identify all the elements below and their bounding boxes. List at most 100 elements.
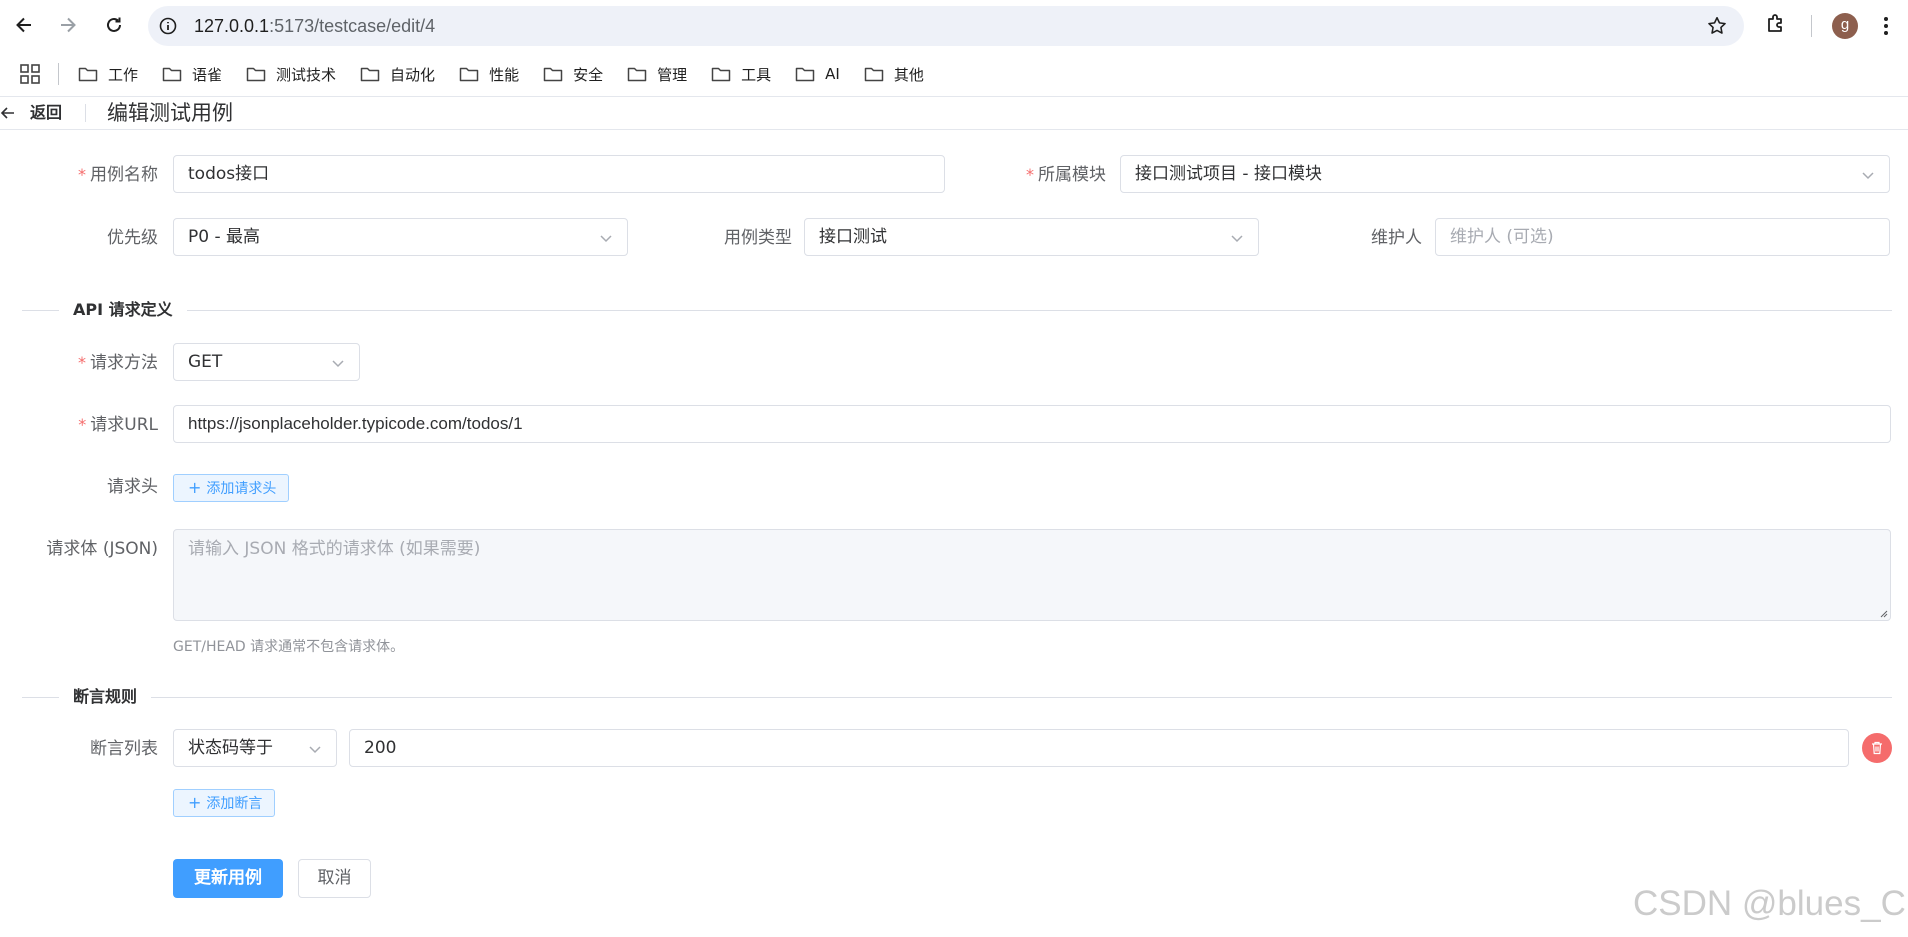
plus-icon: + (188, 478, 202, 497)
body-hint: GET/HEAD 请求通常不包含请求体。 (173, 639, 405, 655)
delete-assertion-button[interactable] (1862, 733, 1892, 763)
url-value: https://jsonplaceholder.typicode.com/tod… (188, 414, 523, 433)
bookmark-item[interactable]: 测试技术 (238, 58, 344, 90)
profile-avatar[interactable]: g (1832, 13, 1858, 39)
module-select[interactable]: 接口测试项目 - 接口模块 (1120, 155, 1890, 193)
add-header-button[interactable]: + 添加请求头 (173, 474, 290, 502)
module-value: 接口测试项目 - 接口模块 (1135, 164, 1322, 184)
assert-type-value: 状态码等于 (188, 738, 273, 758)
maintainer-label: 维护人 (1371, 228, 1422, 248)
method-value: GET (188, 352, 223, 372)
kebab-menu-icon[interactable] (1878, 13, 1894, 39)
arrow-left-icon (16, 17, 31, 33)
url-host: 127.0.0.1 (194, 16, 270, 36)
page-header: 返回 编辑测试用例 (0, 97, 1908, 130)
folder-icon (711, 67, 731, 82)
api-section-divider (22, 310, 1892, 311)
cancel-button[interactable]: 取消 (298, 859, 371, 898)
bookmark-label: 管理 (657, 65, 688, 84)
header-divider (85, 104, 86, 122)
case-type-select[interactable]: 接口测试 (804, 218, 1259, 256)
bookmark-label: 工作 (108, 65, 139, 84)
chevron-down-icon (1862, 172, 1874, 180)
assert-list-label: 断言列表 (90, 739, 158, 759)
bookmark-item[interactable]: AI (787, 58, 848, 90)
assert-value: 200 (364, 738, 397, 758)
arrow-right-icon (61, 17, 76, 33)
site-info-icon[interactable] (158, 16, 178, 36)
priority-value: P0 - 最高 (188, 227, 261, 247)
folder-icon (246, 67, 266, 82)
bookmark-item[interactable]: 安全 (535, 58, 611, 90)
bookmark-label: AI (825, 65, 840, 83)
chevron-down-icon (600, 235, 612, 243)
case-name-input[interactable]: todos接口 (173, 155, 945, 193)
bookmark-item[interactable]: 管理 (619, 58, 695, 90)
page-title: 编辑测试用例 (107, 101, 233, 125)
bookmark-label: 语雀 (192, 65, 223, 84)
maintainer-input[interactable]: 维护人 (可选) (1435, 218, 1890, 256)
url-input[interactable]: https://jsonplaceholder.typicode.com/tod… (173, 405, 1891, 443)
bookmark-star-icon[interactable] (1706, 15, 1728, 37)
reload-icon (107, 17, 121, 32)
browser-reload-button[interactable] (97, 8, 131, 42)
bookmark-list: 工作 语雀 测试技术 自动化 性能 安全 管理 工具 AI 其他 (70, 58, 932, 90)
chevron-down-icon (1231, 235, 1243, 243)
extensions-icon[interactable] (1764, 12, 1788, 36)
folder-icon (78, 67, 98, 82)
folder-icon (543, 67, 563, 82)
body-textarea[interactable]: 请输入 JSON 格式的请求体 (如果需要) (173, 529, 1891, 621)
bookmark-item[interactable]: 语雀 (154, 58, 230, 90)
add-assertion-button[interactable]: + 添加断言 (173, 789, 276, 817)
back-button[interactable]: 返回 (30, 101, 62, 125)
folder-icon (360, 67, 380, 82)
bookmarks-bar: 工作 语雀 测试技术 自动化 性能 安全 管理 工具 AI 其他 (0, 52, 1908, 96)
folder-icon (795, 67, 815, 82)
folder-icon (162, 67, 182, 82)
priority-label: 优先级 (107, 228, 158, 248)
folder-icon (864, 67, 884, 82)
assert-section-title: 断言规则 (59, 685, 152, 709)
apps-grid-icon[interactable] (19, 63, 41, 85)
back-arrow-icon[interactable] (0, 105, 16, 121)
watermark: CSDN @blues_C (1633, 884, 1906, 923)
bookmark-label: 安全 (573, 65, 604, 84)
case-name-label: * 用例名称 (78, 165, 158, 185)
browser-back-button[interactable] (7, 8, 41, 42)
bookmark-label: 工具 (741, 65, 772, 84)
body-placeholder: 请输入 JSON 格式的请求体 (如果需要) (188, 539, 481, 559)
maintainer-placeholder: 维护人 (可选) (1450, 227, 1554, 247)
module-label: * 所属模块 (1026, 165, 1106, 185)
bookmark-label: 测试技术 (276, 65, 337, 84)
bookmark-item[interactable]: 其他 (856, 58, 932, 90)
bookmark-item[interactable]: 性能 (451, 58, 527, 90)
address-bar[interactable]: 127.0.0.1:5173/testcase/edit/4 (148, 6, 1744, 46)
browser-forward-button[interactable] (51, 8, 85, 42)
bookmark-item[interactable]: 工具 (703, 58, 779, 90)
update-case-button[interactable]: 更新用例 (173, 859, 283, 898)
method-select[interactable]: GET (173, 343, 360, 381)
bookmark-label: 自动化 (390, 65, 436, 84)
assert-value-input[interactable]: 200 (349, 729, 1849, 767)
chevron-down-icon (332, 360, 344, 368)
case-type-label: 用例类型 (724, 228, 792, 248)
api-section-title: API 请求定义 (59, 298, 187, 322)
browser-toolbar: 127.0.0.1:5173/testcase/edit/4 g (0, 0, 1908, 52)
toolbar-divider (1811, 15, 1812, 37)
url-text[interactable]: 127.0.0.1:5173/testcase/edit/4 (194, 6, 435, 46)
method-label: * 请求方法 (78, 353, 158, 373)
assert-type-select[interactable]: 状态码等于 (173, 729, 337, 767)
folder-icon (627, 67, 647, 82)
plus-icon: + (188, 793, 202, 812)
resize-handle-icon[interactable] (1880, 610, 1888, 618)
assert-section-divider (22, 697, 1892, 698)
bookmark-item[interactable]: 工作 (70, 58, 146, 90)
folder-icon (459, 67, 479, 82)
priority-select[interactable]: P0 - 最高 (173, 218, 628, 256)
trash-icon (1872, 741, 1882, 755)
headers-label: 请求头 (107, 477, 158, 497)
url-label: * 请求URL (78, 415, 158, 435)
body-label: 请求体 (JSON) (46, 539, 158, 559)
chevron-down-icon (309, 746, 321, 754)
bookmark-item[interactable]: 自动化 (352, 58, 443, 90)
